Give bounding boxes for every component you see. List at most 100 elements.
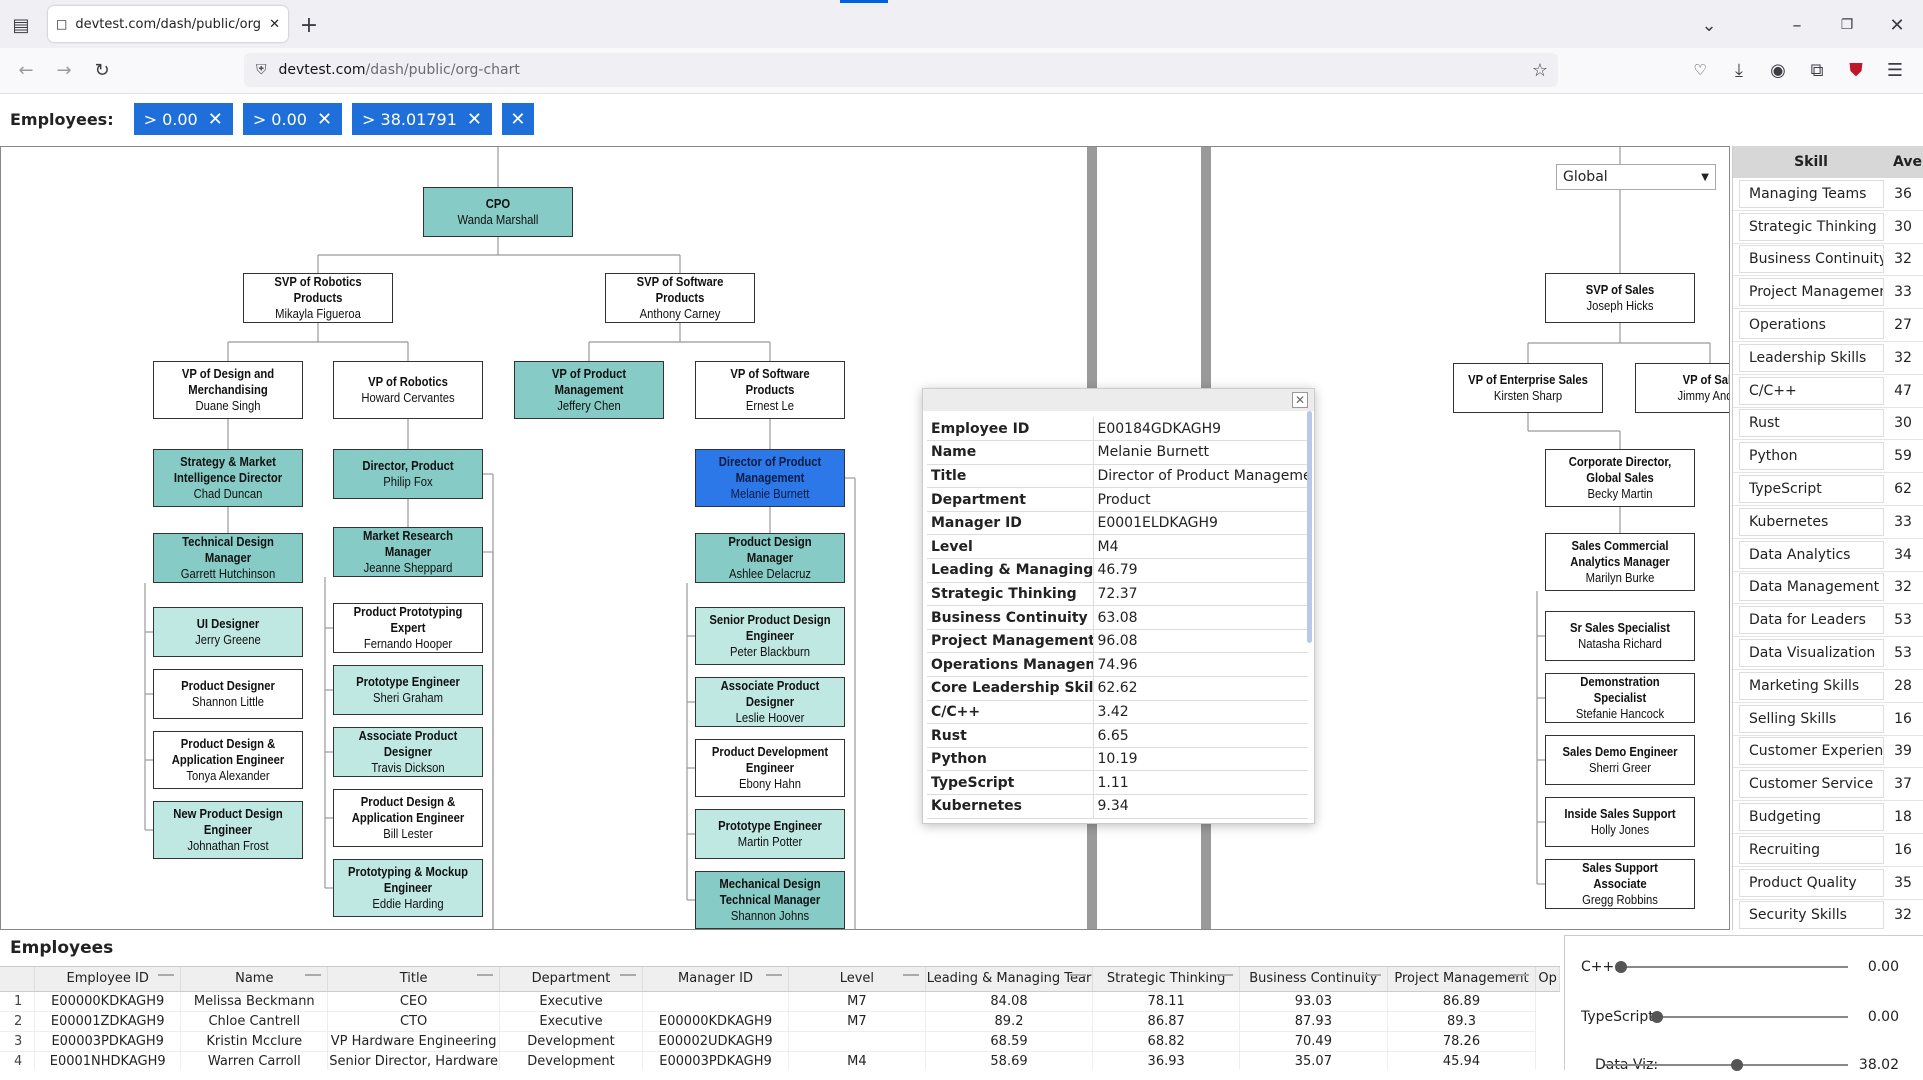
skill-row[interactable]: Selling Skills 16	[1733, 703, 1923, 736]
slider-handle[interactable]	[1615, 961, 1627, 973]
skill-row[interactable]: Data Analytics 34	[1733, 539, 1923, 572]
skill-row[interactable]: Rust 30	[1733, 408, 1923, 441]
filter-icon[interactable]	[477, 974, 494, 982]
skill-row[interactable]: Customer Service 37	[1733, 768, 1923, 802]
close-window-icon[interactable]: ✕	[1882, 12, 1912, 38]
skill-row[interactable]: Data for Leaders 53	[1733, 604, 1923, 638]
org-node[interactable]: Prototype Engineer Sheri Graham	[333, 665, 483, 715]
account-icon[interactable]: ◉	[1764, 56, 1792, 84]
skill-row[interactable]: Project Management 33	[1733, 276, 1923, 310]
filter-icon[interactable]	[1216, 974, 1233, 982]
skill-row[interactable]: C/C++ 47	[1733, 375, 1923, 408]
org-node[interactable]: VP of Design and Merchandising Duane Sing…	[153, 361, 303, 419]
skill-slider[interactable]: TypeScript: 0.00	[1565, 1002, 1923, 1032]
skill-slider[interactable]: Data Viz: 38.02	[1565, 1050, 1923, 1080]
column-header[interactable]: Business Continuity	[1239, 967, 1388, 992]
url-bar[interactable]: ⛨ devtest.com/dash/public/org-chart	[244, 53, 1558, 87]
skill-row[interactable]: Product Quality 35	[1733, 867, 1923, 900]
skill-row[interactable]: Business Continuity 32	[1733, 244, 1923, 277]
slider-track[interactable]	[1657, 1016, 1848, 1018]
org-node[interactable]: VP of Robotics Howard Cervantes	[333, 361, 483, 419]
column-header[interactable]: Leading & Managing Tear	[925, 967, 1094, 992]
skill-row[interactable]: Strategic Thinking 30	[1733, 211, 1923, 244]
skill-row[interactable]: Recruiting 16	[1733, 834, 1923, 867]
org-node[interactable]: UI Designer Jerry Greene	[153, 607, 303, 657]
column-header[interactable]: Department	[499, 967, 643, 992]
org-node[interactable]: VP of Software Products Ernest Le	[695, 361, 845, 419]
skill-row[interactable]: Operations 27	[1733, 309, 1923, 342]
org-node[interactable]: Corporate Director, Global Sales Becky Ma…	[1545, 449, 1695, 507]
org-node[interactable]: Sales Demo Engineer Sherri Greer	[1545, 735, 1695, 785]
shield-icon[interactable]: ⛨	[256, 62, 267, 78]
tab-overview-icon[interactable]: ▤	[8, 12, 34, 38]
remove-filter-icon[interactable]: ✕	[317, 109, 332, 130]
org-node[interactable]: New Product Design Engineer Johnathan Fro…	[153, 801, 303, 859]
filter-chip[interactable]: > 0.00 ✕	[133, 103, 233, 135]
org-node[interactable]: Sr Sales Specialist Natasha Richard	[1545, 611, 1695, 661]
column-header[interactable]: Employee ID	[34, 967, 182, 992]
bookmark-star-icon[interactable]: ☆	[1526, 56, 1554, 84]
org-node[interactable]: Director, Product Philip Fox	[333, 449, 483, 499]
filter-icon[interactable]	[1513, 974, 1530, 982]
org-node[interactable]: Sales Support Associate Gregg Robbins	[1545, 859, 1695, 909]
skill-row[interactable]: Marketing Skills 28	[1733, 670, 1923, 703]
org-node[interactable]: Market Research Manager Jeanne Sheppard	[333, 527, 483, 577]
filter-chip[interactable]: > 0.00 ✕	[242, 103, 343, 135]
filter-icon[interactable]	[619, 974, 636, 982]
skill-row[interactable]: Budgeting 18	[1733, 801, 1923, 834]
skill-row[interactable]: Security Skills 32	[1733, 900, 1923, 930]
org-node[interactable]: Product Development Engineer Ebony Hahn	[695, 739, 845, 797]
filter-icon[interactable]	[305, 974, 322, 982]
browser-tab[interactable]: □ devtest.com/dash/public/org-cha ✕	[48, 6, 288, 42]
column-header[interactable]: Title	[327, 967, 501, 992]
filter-icon[interactable]	[766, 974, 783, 982]
org-node[interactable]: CPO Wanda Marshall	[423, 187, 573, 237]
slider-track[interactable]	[1605, 1064, 1848, 1066]
reload-icon[interactable]: ↻	[88, 56, 116, 84]
column-header[interactable]: Manager ID	[642, 967, 790, 992]
close-tab-icon[interactable]: ✕	[269, 17, 280, 32]
slider-handle[interactable]	[1731, 1059, 1744, 1071]
org-node[interactable]: Product Design Manager Ashlee Delacruz	[695, 533, 845, 583]
org-node[interactable]: VP of Sale Jimmy Ander	[1635, 363, 1729, 413]
remove-filter-icon[interactable]: ✕	[467, 109, 482, 130]
filter-icon[interactable]	[902, 974, 919, 982]
org-node[interactable]: Prototyping & Mockup Engineer Eddie Hardi…	[333, 859, 483, 917]
org-chart[interactable]: CPO Wanda Marshall SVP of Robotics Product…	[0, 146, 1730, 930]
new-tab-icon[interactable]: +	[296, 12, 322, 38]
table-row[interactable]: 1 E00000KDKAGH9 Melissa Beckmann CEO Executi…	[0, 991, 1560, 1012]
filter-icon[interactable]	[1070, 974, 1087, 982]
close-icon[interactable]: ✕	[1292, 392, 1308, 408]
skill-row[interactable]: TypeScript 62	[1733, 473, 1923, 506]
skill-row[interactable]: Leadership Skills 32	[1733, 342, 1923, 375]
remove-filter-icon[interactable]: ✕	[208, 109, 223, 130]
ublock-icon[interactable]: ⛊	[1842, 56, 1870, 84]
org-node[interactable]: SVP of Sales Joseph Hicks	[1545, 273, 1695, 323]
table-row[interactable]: 3 E00003PDKAGH9 Kristin Mcclure VP Hardware…	[0, 1031, 1560, 1052]
skill-slider[interactable]: C++: 0.00	[1565, 952, 1923, 982]
skill-row[interactable]: Data Visualization 53	[1733, 637, 1923, 670]
org-node[interactable]: Strategy & Market Intelligence Director C…	[153, 449, 303, 507]
menu-icon[interactable]: ☰	[1881, 56, 1909, 84]
org-node[interactable]: Director of Product Management Melanie Bu…	[695, 449, 845, 507]
forward-icon[interactable]: →	[50, 56, 78, 84]
org-node[interactable]: Associate Product Designer Travis Dickson	[333, 727, 483, 777]
org-node[interactable]: Product Design & Application Engineer Ton…	[153, 731, 303, 789]
extensions-icon[interactable]: ⧉	[1803, 56, 1831, 84]
restore-icon[interactable]: ❐	[1832, 12, 1862, 38]
clear-filters-button[interactable]: ✕	[501, 103, 534, 135]
column-header[interactable]: Strategic Thinking	[1092, 967, 1240, 992]
slider-handle[interactable]	[1651, 1011, 1663, 1023]
filter-icon[interactable]	[1364, 974, 1381, 982]
org-node[interactable]: SVP of Software Products Anthony Carney	[605, 273, 755, 323]
org-node[interactable]: VP of Enterprise Sales Kirsten Sharp	[1453, 363, 1603, 413]
minimize-icon[interactable]: –	[1782, 12, 1812, 38]
org-node[interactable]: Demonstration Specialist Stefanie Hancock	[1545, 673, 1695, 723]
skill-column-header[interactable]: Skill	[1733, 154, 1889, 170]
org-node[interactable]: Inside Sales Support Holly Jones	[1545, 797, 1695, 847]
org-node[interactable]: Senior Product Design Engineer Peter Blac…	[695, 607, 845, 665]
list-all-tabs-icon[interactable]: ⌄	[1696, 12, 1722, 38]
column-header[interactable]: Name	[180, 967, 329, 992]
column-header[interactable]: Op	[1535, 967, 1560, 992]
pocket-icon[interactable]: ♡	[1686, 56, 1714, 84]
